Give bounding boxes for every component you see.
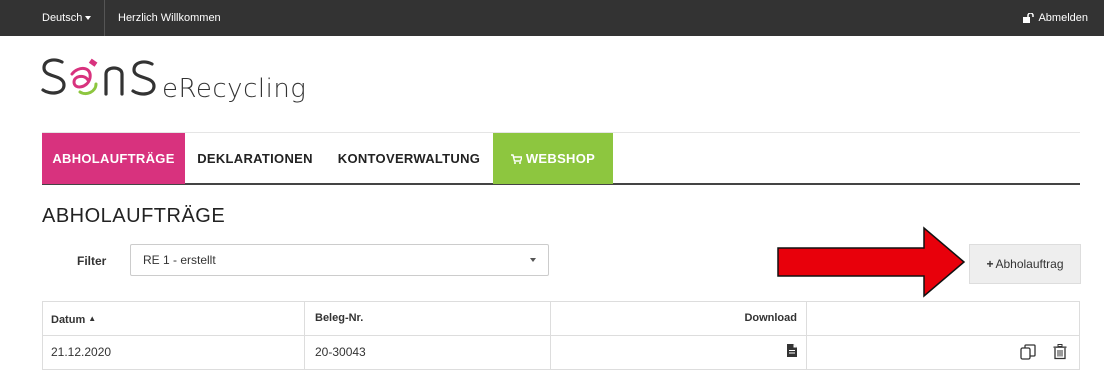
filter-value: RE 1 - erstellt [143,253,216,267]
unlock-icon [1023,12,1035,23]
welcome-text: Herzlich Willkommen [118,12,221,24]
tab-label: DEKLARATIONEN [197,151,313,166]
add-button-label: Abholauftrag [995,257,1064,271]
logo: eRecycling [40,52,330,112]
table-header-row: Datum ▲ Beleg-Nr. Download [43,302,1079,336]
cart-icon [510,154,523,164]
header-label: Datum [51,314,86,326]
tab-kontoverwaltung[interactable]: KONTOVERWALTUNG [325,133,493,184]
main-nav: ABHOLAUFTRÄGE DEKLARATIONEN KONTOVERWALT… [42,132,1080,185]
header-datum[interactable]: Datum ▲ [43,302,305,335]
table-row: 21.12.2020 20-30043 [43,336,1079,370]
header-actions [807,302,1081,335]
page-title: ABHOLAUFTRÄGE [42,205,226,227]
filter-select[interactable]: RE 1 - erstellt [130,244,549,276]
plus-icon: + [986,257,994,271]
language-label: Deutsch [42,12,83,24]
cell-download [551,336,807,369]
tab-deklarationen[interactable]: DEKLARATIONEN [185,133,325,184]
header-download: Download [551,302,807,335]
sort-asc-icon: ▲ [88,314,97,323]
logout-link[interactable]: Abmelden [1023,0,1088,36]
cell-beleg-nr: 20-30043 [305,336,551,369]
logo-text: eRecycling [162,74,307,104]
document-download-icon[interactable] [787,344,797,357]
cell-datum: 21.12.2020 [43,336,305,369]
add-abholauftrag-button[interactable]: + Abholauftrag [969,244,1081,284]
sens-logo-mark [41,58,156,96]
cell-actions [807,336,1081,369]
caret-down-icon [85,16,92,21]
copy-icon[interactable] [1020,344,1036,360]
red-arrow-annotation [777,226,966,298]
header-label: Download [744,312,797,324]
tab-label: KONTOVERWALTUNG [337,151,481,166]
tab-webshop[interactable]: WEBSHOP [493,133,613,184]
language-dropdown[interactable]: Deutsch [42,0,92,36]
divider [104,0,105,36]
tab-abholauftraege[interactable]: ABHOLAUFTRÄGE [42,133,185,184]
filter-label: Filter [77,254,107,268]
caret-down-icon [530,258,536,262]
header-beleg-nr: Beleg-Nr. [305,302,551,335]
trash-icon[interactable] [1053,344,1067,360]
orders-table: Datum ▲ Beleg-Nr. Download 21.12.2020 20-… [42,301,1080,370]
header-label: Beleg-Nr. [315,312,364,324]
top-bar: Deutsch Herzlich Willkommen Abmelden [0,0,1104,36]
logout-label: Abmelden [1038,12,1088,24]
tab-label: ABHOLAUFTRÄGE [52,151,175,166]
tab-label: WEBSHOP [525,151,596,166]
